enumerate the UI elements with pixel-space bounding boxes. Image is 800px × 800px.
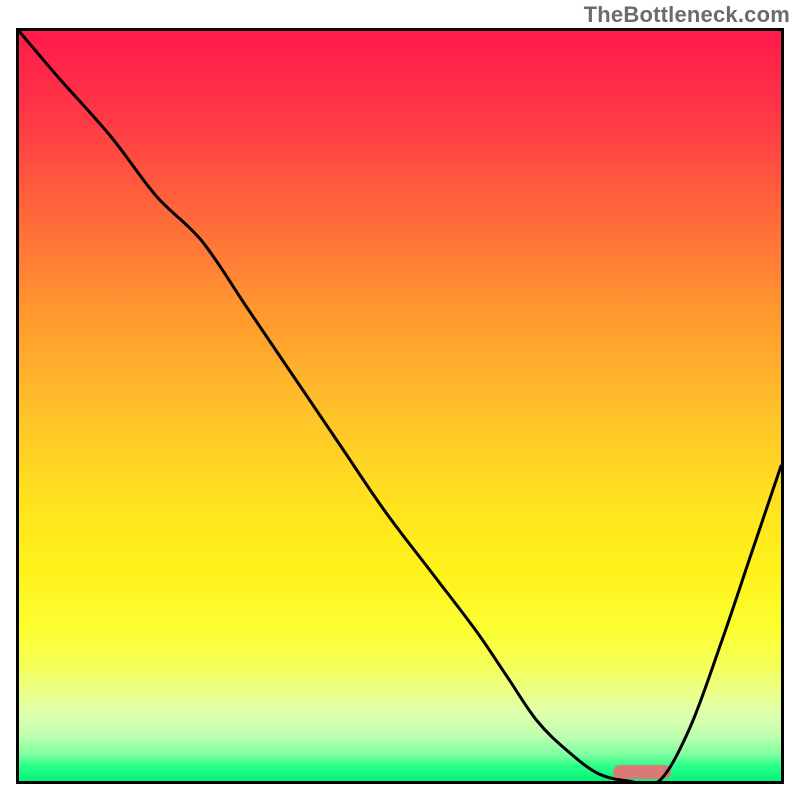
watermark-text: TheBottleneck.com bbox=[584, 2, 790, 28]
chart-frame: TheBottleneck.com bbox=[0, 0, 800, 800]
bottleneck-curve bbox=[19, 31, 781, 781]
plot-area bbox=[16, 28, 784, 784]
curve-layer bbox=[19, 31, 781, 781]
